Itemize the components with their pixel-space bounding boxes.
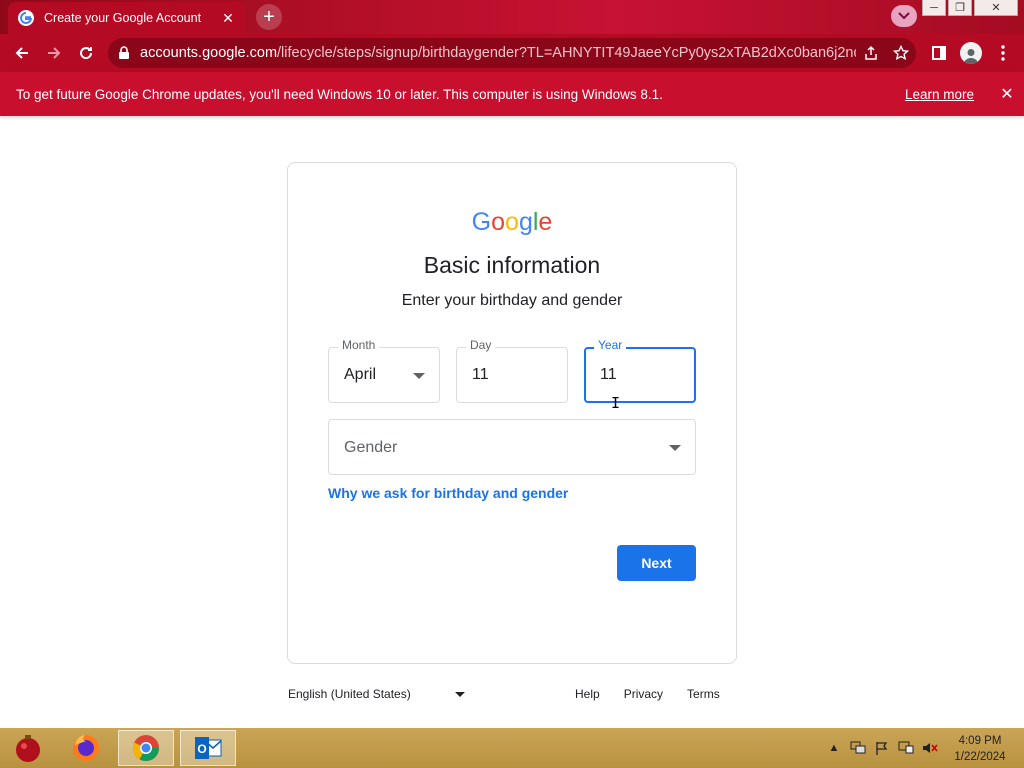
profile-button[interactable] — [957, 37, 985, 69]
caret-down-icon — [669, 445, 681, 451]
address-bar[interactable]: accounts.google.com/lifecycle/steps/sign… — [108, 38, 916, 68]
footer-help-link[interactable]: Help — [575, 687, 600, 701]
window-close-button[interactable]: ✕ — [974, 0, 1018, 16]
google-logo: Google — [0, 208, 1024, 237]
logo-letter: o — [491, 208, 506, 236]
why-birthday-link[interactable]: Why we ask for birthday and gender — [328, 485, 568, 501]
new-tab-button[interactable]: + — [256, 4, 282, 30]
language-select[interactable]: English (United States) — [288, 687, 411, 701]
firefox-icon[interactable] — [58, 730, 114, 766]
browser-tab[interactable]: Create your Google Account ✕ — [8, 2, 246, 34]
month-value: April — [344, 366, 377, 383]
text-cursor-icon: I — [611, 394, 621, 412]
url-text[interactable]: accounts.google.com/lifecycle/steps/sign… — [140, 45, 856, 61]
month-select[interactable]: Month April — [328, 338, 440, 403]
svg-text:O: O — [197, 742, 206, 756]
taskbar-clock[interactable]: 4:09 PM 1/22/2024 — [950, 733, 1010, 765]
tab-close-icon[interactable]: ✕ — [220, 10, 236, 26]
infobar-close-icon[interactable]: ✕ — [990, 84, 1024, 104]
display-icon[interactable] — [898, 740, 914, 756]
logo-letter: g — [518, 208, 533, 236]
share-icon[interactable] — [856, 45, 886, 61]
flag-icon[interactable] — [874, 740, 890, 756]
gender-placeholder: Gender — [344, 439, 398, 456]
bookmark-star-icon[interactable] — [886, 45, 916, 61]
clock-date: 1/22/2024 — [954, 751, 1006, 763]
chevron-down-icon — [898, 12, 910, 20]
footer-privacy-link[interactable]: Privacy — [624, 687, 663, 701]
tab-title: Create your Google Account — [44, 11, 202, 25]
logo-letter: e — [538, 208, 553, 236]
logo-letter: o — [505, 208, 519, 236]
day-value: 11 — [472, 366, 489, 383]
arrow-right-icon — [48, 47, 61, 59]
page-subtitle: Enter your birthday and gender — [401, 292, 623, 309]
network-icon[interactable] — [850, 740, 866, 756]
month-label: Month — [338, 338, 380, 352]
page-title: Basic information — [423, 252, 601, 278]
browser-titlebar: Create your Google Account ✕ + ─ ❐ ✕ — [0, 0, 1024, 34]
minimize-button[interactable]: ─ — [922, 0, 946, 16]
update-infobar: To get future Google Chrome updates, you… — [0, 72, 1024, 116]
caret-down-icon — [413, 373, 425, 379]
gender-select[interactable]: Gender — [328, 419, 696, 475]
signup-card — [287, 162, 737, 664]
browser-toolbar: accounts.google.com/lifecycle/steps/sign… — [0, 34, 1024, 72]
learn-more-link[interactable]: Learn more — [905, 87, 974, 102]
footer-terms-link[interactable]: Terms — [687, 687, 720, 701]
outlook-icon[interactable]: O — [180, 730, 236, 766]
lock-icon[interactable] — [118, 46, 130, 60]
clock-time: 4:09 PM — [958, 735, 1002, 747]
caret-down-icon[interactable] — [455, 692, 465, 697]
chrome-icon[interactable] — [118, 730, 174, 766]
show-hidden-icons-icon[interactable]: ▲ — [826, 740, 842, 756]
next-button[interactable]: Next — [617, 545, 696, 581]
year-input[interactable]: Year 11 — [584, 338, 696, 403]
system-tray: ▲ — [826, 740, 938, 756]
reload-icon — [80, 47, 93, 60]
reload-button[interactable] — [70, 37, 102, 69]
ornament-app-icon[interactable] — [0, 730, 56, 766]
logo-letter: G — [471, 208, 492, 236]
menu-kebab-icon[interactable] — [989, 37, 1017, 69]
arrow-left-icon — [15, 47, 28, 59]
day-label: Day — [466, 338, 496, 352]
year-label: Year — [594, 338, 627, 352]
footer-links: Help Privacy Terms — [575, 687, 720, 701]
avatar-icon — [960, 42, 982, 64]
back-button[interactable] — [6, 37, 38, 69]
google-favicon-icon — [18, 10, 34, 26]
tab-search-button[interactable] — [891, 5, 917, 27]
restore-button[interactable]: ❐ — [948, 0, 972, 16]
volume-muted-icon[interactable] — [922, 740, 938, 756]
year-value: 11 — [600, 366, 617, 383]
day-input[interactable]: Day 11 — [456, 338, 568, 403]
forward-button[interactable] — [38, 37, 70, 69]
side-panel-icon[interactable] — [925, 37, 953, 69]
infobar-message: To get future Google Chrome updates, you… — [16, 86, 663, 102]
